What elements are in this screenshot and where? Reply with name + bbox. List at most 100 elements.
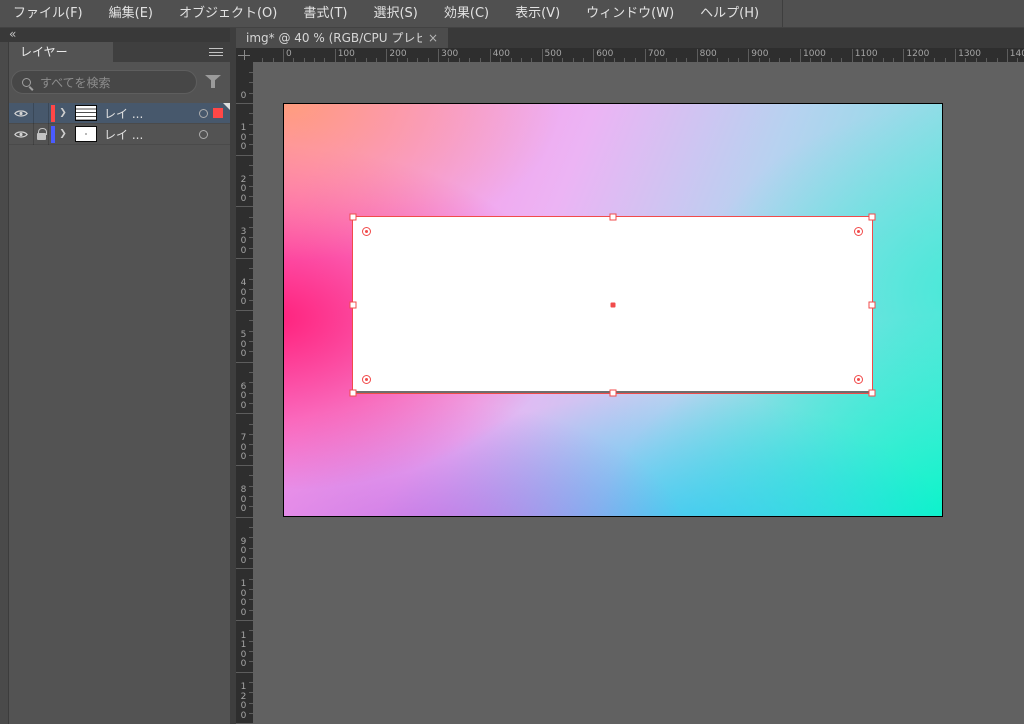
ruler-tick <box>236 517 253 518</box>
collapse-panel-icon[interactable]: « <box>9 28 16 41</box>
ruler-tick <box>1007 49 1008 62</box>
ruler-tick <box>593 49 594 62</box>
visibility-eye-icon[interactable] <box>9 103 34 124</box>
ruler-tick <box>645 49 646 62</box>
selection-chip-empty <box>213 129 223 139</box>
menu-divider <box>782 0 783 27</box>
search-icon <box>22 78 31 87</box>
ruler-tick <box>542 49 543 62</box>
ruler-tick <box>236 206 253 207</box>
menu-select[interactable]: 選択(S) <box>360 0 430 27</box>
lock-icon[interactable] <box>34 124 49 145</box>
menu-window[interactable]: ウィンドウ(W) <box>573 0 687 27</box>
expand-chevron-icon[interactable]: ❯ <box>55 129 71 139</box>
ruler-origin-corner[interactable] <box>236 48 253 62</box>
ruler-tick <box>236 672 253 673</box>
active-layer-indicator <box>223 103 230 110</box>
ruler-tick <box>490 49 491 62</box>
menu-type[interactable]: 書式(T) <box>290 0 360 27</box>
menu-object[interactable]: オブジェクト(O) <box>166 0 290 27</box>
ruler-label: 300 <box>441 49 458 59</box>
live-corner-widget[interactable] <box>362 375 371 384</box>
menu-bar: ファイル(F)編集(E)オブジェクト(O)書式(T)選択(S)効果(C)表示(V… <box>0 0 1024 28</box>
layer-name[interactable]: レイ ... <box>104 105 199 122</box>
ruler-label: 700 <box>648 49 665 59</box>
tab-layers[interactable]: レイヤー <box>9 42 113 62</box>
selection-handle[interactable] <box>869 390 876 397</box>
expand-chevron-icon[interactable]: ❯ <box>55 108 71 118</box>
document-title: img* @ 40 % (RGB/CPU プレビュー) <box>246 28 422 48</box>
ruler-label: 1 0 0 <box>239 124 248 153</box>
close-tab-icon[interactable]: × <box>428 28 438 48</box>
ruler-label: 1000 <box>803 49 826 59</box>
ruler-tick <box>697 49 698 62</box>
target-circle-icon[interactable] <box>199 109 208 118</box>
filter-icon[interactable] <box>205 74 221 90</box>
ruler-tick <box>236 568 253 569</box>
ruler-tick <box>335 49 336 62</box>
ruler-label: 600 <box>596 49 613 59</box>
menu-file[interactable]: ファイル(F) <box>0 0 96 27</box>
ruler-tick <box>236 310 253 311</box>
menu-edit[interactable]: 編集(E) <box>96 0 166 27</box>
target-circle-icon[interactable] <box>199 130 208 139</box>
selection-handle[interactable] <box>609 214 616 221</box>
selection-handle[interactable] <box>609 390 616 397</box>
selection-handle[interactable] <box>350 390 357 397</box>
ruler-label: 6 0 0 <box>239 383 248 412</box>
search-placeholder: すべてを検索 <box>40 74 110 91</box>
ruler-tick <box>438 49 439 62</box>
layer-thumbnail[interactable] <box>75 126 97 142</box>
panel-menu-icon[interactable] <box>209 48 223 56</box>
menu-effect[interactable]: 効果(C) <box>431 0 502 27</box>
layers-panel-body: すべてを検索 ❯ レイ ... ❯ レイ ... <box>9 62 230 724</box>
ruler-tick <box>236 413 253 414</box>
ruler-label: 8 0 0 <box>239 486 248 515</box>
lock-toggle-empty[interactable] <box>34 103 49 124</box>
live-corner-widget[interactable] <box>854 227 863 236</box>
panel-tab-row: レイヤー <box>9 42 230 62</box>
ruler-tick <box>800 49 801 62</box>
live-corner-widget[interactable] <box>854 375 863 384</box>
ruler-tick <box>386 49 387 62</box>
dock-edge-strip <box>0 42 9 724</box>
selection-handle[interactable] <box>869 214 876 221</box>
layers-panel: « レイヤー すべてを検索 ❯ レイ ... ❯ レイ ... <box>0 28 230 724</box>
vertical-ruler[interactable]: 01 0 02 0 03 0 04 0 05 0 06 0 07 0 08 0 … <box>236 62 253 724</box>
ruler-label: 400 <box>493 49 510 59</box>
selection-color-chip <box>213 108 223 118</box>
ruler-label: 3 0 0 <box>239 228 248 257</box>
ruler-label: 0 <box>239 92 248 102</box>
panel-top-strip: « <box>0 28 230 42</box>
artboard[interactable] <box>283 103 943 517</box>
ruler-tick <box>283 49 284 62</box>
ruler-label: 1200 <box>906 49 929 59</box>
ruler-tick <box>903 49 904 62</box>
selection-handle[interactable] <box>350 302 357 309</box>
document-tab[interactable]: img* @ 40 % (RGB/CPU プレビュー) × <box>236 28 448 48</box>
ruler-label: 500 <box>545 49 562 59</box>
selection-handle[interactable] <box>869 302 876 309</box>
ruler-tick <box>236 465 253 466</box>
layer-name[interactable]: レイ ... <box>104 126 199 143</box>
visibility-eye-icon[interactable] <box>9 124 34 145</box>
menu-view[interactable]: 表示(V) <box>502 0 573 27</box>
selection-handle[interactable] <box>350 214 357 221</box>
object-center-point[interactable] <box>610 303 615 308</box>
ruler-tick <box>236 258 253 259</box>
ruler-tick <box>748 49 749 62</box>
live-corner-widget[interactable] <box>362 227 371 236</box>
layer-row[interactable]: ❯ レイ ... <box>9 103 230 124</box>
layer-row[interactable]: ❯ レイ ... <box>9 124 230 145</box>
canvas-viewport[interactable] <box>253 62 1024 724</box>
selected-rectangle[interactable] <box>352 216 873 394</box>
layer-thumbnail[interactable] <box>75 105 97 121</box>
ruler-label: 9 0 0 <box>239 538 248 567</box>
ruler-label: 1 2 0 0 <box>239 683 248 721</box>
menu-help[interactable]: ヘルプ(H) <box>687 0 772 27</box>
search-input[interactable]: すべてを検索 <box>11 70 197 94</box>
ruler-label: 100 <box>338 49 355 59</box>
document-area: img* @ 40 % (RGB/CPU プレビュー) × 0100200300… <box>230 28 1024 724</box>
horizontal-ruler[interactable]: 0100200300400500600700800900100011001200… <box>236 48 1024 62</box>
ruler-label: 1 1 0 0 <box>239 632 248 670</box>
